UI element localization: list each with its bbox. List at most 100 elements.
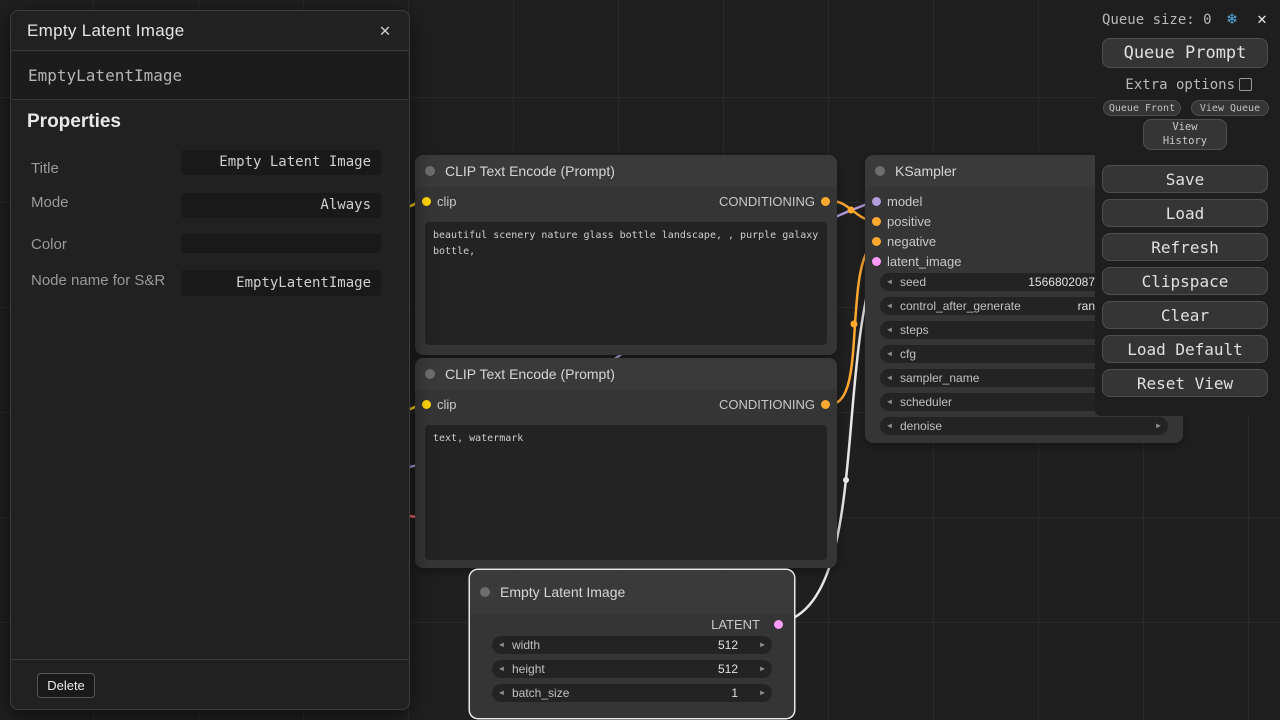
widget-value: ran	[1078, 299, 1095, 313]
node-class-row: EmptyLatentImage	[12, 52, 408, 100]
node-class-name: EmptyLatentImage	[28, 52, 182, 100]
queue-front-button[interactable]: Queue Front	[1103, 100, 1181, 116]
properties-section-title: Properties	[27, 111, 121, 133]
slot-label-clip: clip	[437, 194, 457, 209]
dialog-title: Empty Latent Image	[27, 11, 185, 51]
node-header[interactable]: Empty Latent Image	[470, 570, 794, 614]
conditioning-output-slot[interactable]	[821, 400, 830, 409]
widget-value: 1	[731, 686, 738, 700]
sr-field-input[interactable]: EmptyLatentImage	[181, 270, 381, 296]
node-empty-latent-image[interactable]: Empty Latent Image LATENT ◀ width 512 ▶ …	[470, 570, 794, 718]
wire-midpoint-dot	[851, 321, 858, 328]
arrow-right-icon[interactable]: ▶	[760, 640, 765, 650]
queue-prompt-button[interactable]: Queue Prompt	[1102, 38, 1268, 68]
denoise-widget[interactable]: ◀ denoise ▶	[880, 417, 1168, 435]
view-queue-button[interactable]: View Queue	[1191, 100, 1269, 116]
arrow-right-icon[interactable]: ▶	[760, 688, 765, 698]
widget-label: batch_size	[512, 686, 569, 700]
extra-options-checkbox[interactable]	[1239, 78, 1252, 91]
arrow-left-icon[interactable]: ◀	[887, 301, 892, 311]
refresh-button[interactable]: Refresh	[1102, 233, 1268, 261]
collapse-dot-icon[interactable]	[480, 587, 490, 597]
slot-label-clip: clip	[437, 397, 457, 412]
comfy-menu: Queue size: 0 ❄ ✕ Queue Prompt Extra opt…	[1095, 0, 1280, 416]
widget-value: 512	[718, 662, 738, 676]
reset-view-button[interactable]: Reset View	[1102, 369, 1268, 397]
node-title: Empty Latent Image	[500, 584, 625, 600]
slot-label-conditioning: CONDITIONING	[719, 194, 815, 209]
mode-field-label: Mode	[31, 193, 69, 213]
collapse-dot-icon[interactable]	[875, 166, 885, 176]
arrow-right-icon[interactable]: ▶	[1156, 421, 1161, 431]
color-field-label: Color	[31, 235, 67, 255]
arrow-left-icon[interactable]: ◀	[499, 640, 504, 650]
height-widget[interactable]: ◀ height 512 ▶	[492, 660, 772, 678]
clear-button[interactable]: Clear	[1102, 301, 1268, 329]
arrow-left-icon[interactable]: ◀	[887, 397, 892, 407]
node-clip-text-encode-positive[interactable]: CLIP Text Encode (Prompt) clip CONDITION…	[415, 155, 837, 355]
arrow-right-icon[interactable]: ▶	[760, 664, 765, 674]
delete-button[interactable]: Delete	[37, 673, 95, 698]
slot-label-latent-image: latent_image	[887, 254, 961, 269]
slot-row: clip CONDITIONING	[415, 191, 837, 211]
positive-input-slot[interactable]	[872, 217, 881, 226]
node-title: CLIP Text Encode (Prompt)	[445, 163, 615, 179]
node-title: KSampler	[895, 163, 956, 179]
model-input-slot[interactable]	[872, 197, 881, 206]
arrow-left-icon[interactable]: ◀	[887, 277, 892, 287]
settings-icon[interactable]: ❄	[1223, 10, 1241, 28]
conditioning-output-slot[interactable]	[821, 197, 830, 206]
collapse-dot-icon[interactable]	[425, 166, 435, 176]
close-icon[interactable]: ✕	[373, 19, 397, 43]
arrow-left-icon[interactable]: ◀	[887, 325, 892, 335]
widget-label: sampler_name	[900, 371, 979, 385]
negative-input-slot[interactable]	[872, 237, 881, 246]
prompt-textarea[interactable]: beautiful scenery nature glass bottle la…	[425, 222, 827, 345]
clip-input-slot[interactable]	[422, 197, 431, 206]
save-button[interactable]: Save	[1102, 165, 1268, 193]
title-field-input[interactable]: Empty Latent Image	[181, 150, 381, 175]
prompt-textarea[interactable]: text, watermark	[425, 425, 827, 560]
node-header[interactable]: CLIP Text Encode (Prompt)	[415, 358, 837, 390]
widget-label: cfg	[900, 347, 916, 361]
arrow-left-icon[interactable]: ◀	[887, 373, 892, 383]
arrow-left-icon[interactable]: ◀	[887, 421, 892, 431]
widget-value: 1566802087	[1028, 275, 1095, 289]
widget-label: seed	[900, 275, 926, 289]
collapse-dot-icon[interactable]	[425, 369, 435, 379]
node-properties-panel: Empty Latent Image ✕ EmptyLatentImage Pr…	[10, 10, 410, 710]
widget-label: denoise	[900, 419, 942, 433]
batch-size-widget[interactable]: ◀ batch_size 1 ▶	[492, 684, 772, 702]
slot-label-model: model	[887, 194, 922, 209]
extra-options-label: Extra options	[1095, 77, 1235, 93]
clipspace-button[interactable]: Clipspace	[1102, 267, 1268, 295]
slot-label-conditioning: CONDITIONING	[719, 397, 815, 412]
width-widget[interactable]: ◀ width 512 ▶	[492, 636, 772, 654]
node-clip-text-encode-negative[interactable]: CLIP Text Encode (Prompt) clip CONDITION…	[415, 358, 837, 568]
widget-label: steps	[900, 323, 929, 337]
mode-field-input[interactable]: Always	[181, 193, 381, 218]
slot-label-positive: positive	[887, 214, 931, 229]
widget-value: 512	[718, 638, 738, 652]
latent-output-slot[interactable]	[774, 620, 783, 629]
widget-label: width	[512, 638, 540, 652]
sr-field-label: Node name for S&R	[31, 271, 171, 291]
node-title: CLIP Text Encode (Prompt)	[445, 366, 615, 382]
latent-image-input-slot[interactable]	[872, 257, 881, 266]
color-field-input[interactable]	[181, 234, 381, 253]
arrow-left-icon[interactable]: ◀	[499, 688, 504, 698]
arrow-left-icon[interactable]: ◀	[887, 349, 892, 359]
slot-label-latent: LATENT	[711, 617, 760, 632]
wire-midpoint-dot	[843, 477, 849, 483]
slot-label-negative: negative	[887, 234, 936, 249]
load-default-button[interactable]: Load Default	[1102, 335, 1268, 363]
close-icon[interactable]: ✕	[1253, 10, 1271, 28]
widget-label: scheduler	[900, 395, 952, 409]
clip-input-slot[interactable]	[422, 400, 431, 409]
node-header[interactable]: CLIP Text Encode (Prompt)	[415, 155, 837, 187]
dialog-titlebar: Empty Latent Image ✕	[11, 11, 409, 51]
view-history-button[interactable]: View History	[1143, 119, 1227, 150]
load-button[interactable]: Load	[1102, 199, 1268, 227]
arrow-left-icon[interactable]: ◀	[499, 664, 504, 674]
title-field-label: Title	[31, 159, 59, 179]
